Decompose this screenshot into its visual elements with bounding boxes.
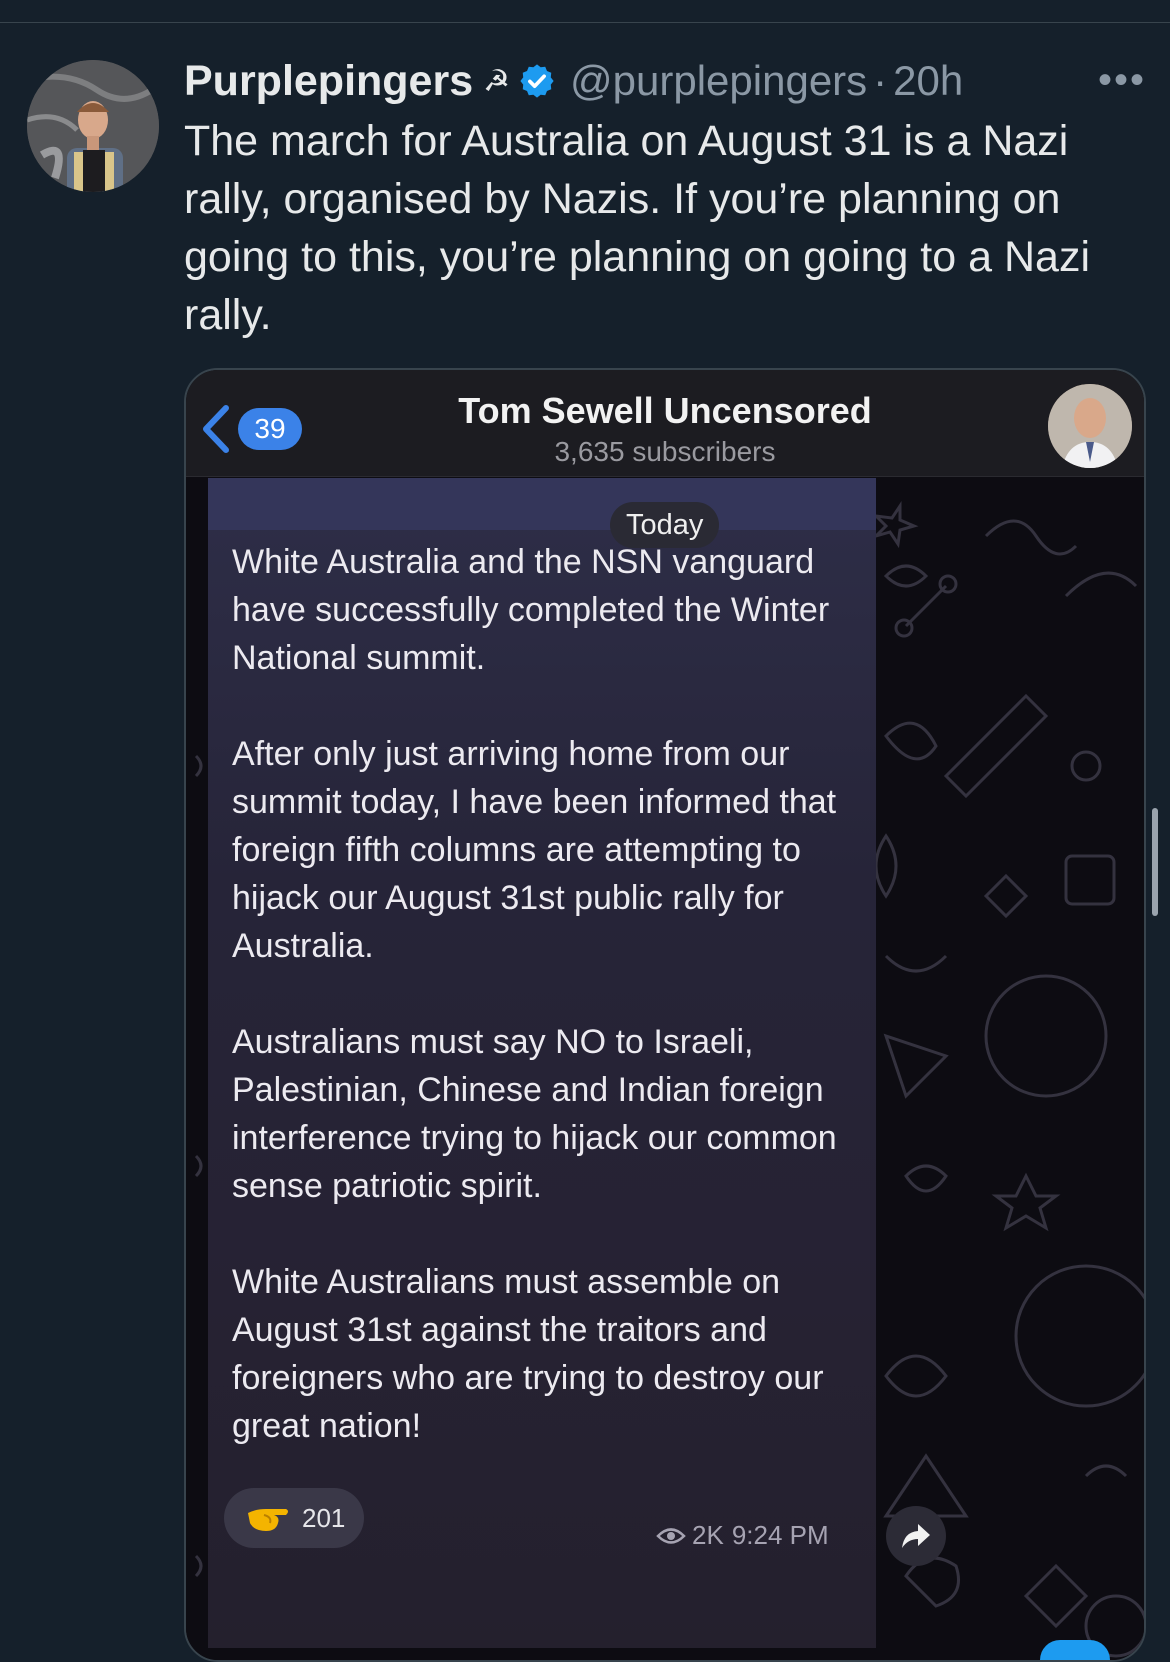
compose-button-edge[interactable]	[1040, 1640, 1110, 1660]
telegram-header: 39 Tom Sewell Uncensored 3,635 subscribe…	[186, 370, 1144, 477]
channel-title[interactable]: Tom Sewell Uncensored	[186, 390, 1144, 432]
header-separator: ·	[873, 57, 888, 104]
forward-button[interactable]	[886, 1506, 946, 1566]
share-arrow-icon	[902, 1524, 930, 1548]
top-divider	[0, 22, 1170, 23]
tweet-media-screenshot[interactable]: 39 Tom Sewell Uncensored 3,635 subscribe…	[184, 368, 1146, 1662]
more-options-icon[interactable]: •••	[1098, 58, 1146, 103]
author-avatar[interactable]	[27, 60, 159, 192]
pointing-hand-icon	[248, 1509, 288, 1531]
bubble-top-strip	[208, 478, 876, 530]
reaction-count: 201	[302, 1502, 346, 1533]
eye-icon	[656, 1527, 686, 1544]
verified-badge-icon[interactable]	[518, 62, 556, 100]
telegram-message-text: White Australia and the NSN vanguard hav…	[232, 543, 837, 1445]
hammer-sickle-emoji: ☭	[483, 64, 511, 98]
author-handle[interactable]: @purplepingers	[570, 57, 867, 105]
channel-subscribers: 3,635 subscribers	[554, 436, 776, 467]
author-avatar-photo	[27, 60, 159, 192]
author-name[interactable]: Purplepingers	[184, 57, 473, 106]
tweet-timestamp[interactable]: 20h	[893, 57, 963, 105]
reaction-chip[interactable]: 201	[224, 1488, 364, 1548]
view-count: 2K	[692, 1520, 724, 1550]
tweet-text: The march for Australia on August 31 is …	[184, 117, 1091, 339]
message-time: 9:24 PM	[731, 1520, 829, 1550]
tweet-header: Purplepingers ☭ @purplepingers · 20h	[184, 54, 1144, 108]
message-meta: 2K 9:24 PM	[656, 1520, 829, 1551]
scrollbar-thumb[interactable]	[1152, 808, 1158, 916]
channel-avatar[interactable]	[1048, 384, 1132, 468]
